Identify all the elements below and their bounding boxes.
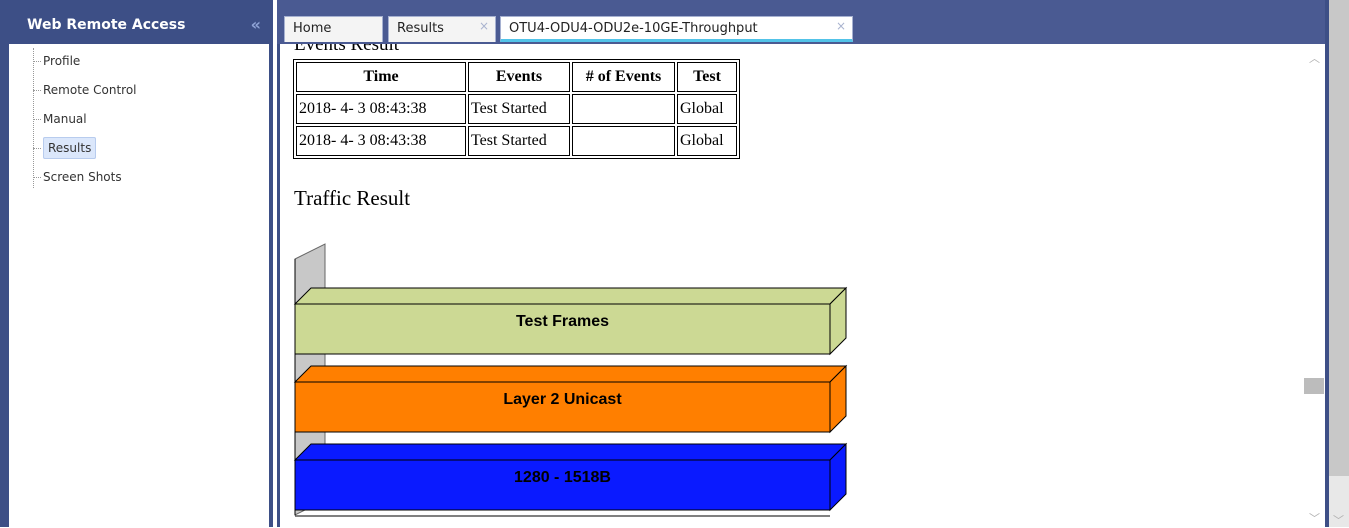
scrollbar-thumb[interactable] [1304, 378, 1324, 394]
sidebar-title: Web Remote Access [27, 17, 186, 33]
collapse-icon[interactable]: « [251, 15, 261, 34]
table-cell: 2018- 4- 3 08:43:38 [296, 94, 466, 124]
sidebar-item-manual[interactable]: Manual [9, 105, 269, 134]
sidebar-header: Web Remote Access « [9, 0, 269, 44]
table-header-row: Time Events # of Events Test [296, 62, 737, 92]
table-cell: Test Started [468, 126, 570, 156]
table-cell: Global [677, 94, 737, 124]
table-cell: Test Started [468, 94, 570, 124]
tab-results[interactable]: Results × [388, 16, 496, 42]
table-cell: 2018- 4- 3 08:43:38 [296, 126, 466, 156]
sidebar-item-remote-control[interactable]: Remote Control [9, 76, 269, 105]
scroll-down-icon[interactable]: ﹀ [1309, 510, 1320, 526]
column-header: Time [296, 62, 466, 92]
column-header: # of Events [572, 62, 675, 92]
events-table: Time Events # of Events Test 2018- 4- 3 … [293, 59, 740, 159]
traffic-chart: Test FramesLayer 2 Unicast1280 - 1518B0%… [293, 243, 848, 517]
tab-label: OTU4-ODU4-ODU2e-10GE-Throughput [509, 21, 758, 36]
bar-top-face [293, 287, 848, 305]
tab-label: Home [293, 21, 332, 36]
bar-top-face [293, 443, 848, 461]
table-cell [572, 126, 675, 156]
close-icon[interactable]: × [836, 19, 846, 33]
traffic-title: Traffic Result [294, 186, 411, 210]
content-scrollbar[interactable]: ︿ ﹀ [1303, 44, 1325, 527]
sidebar-item-label: Results [43, 137, 97, 159]
bar-label: Layer 2 Unicast [503, 391, 622, 408]
events-title: Events Result [294, 44, 400, 55]
sidebar-item-label: Remote Control [43, 83, 137, 97]
tab-throughput[interactable]: OTU4-ODU4-ODU2e-10GE-Throughput × [500, 16, 853, 42]
page-scrollbar[interactable] [1329, 0, 1349, 527]
column-header: Test [677, 62, 737, 92]
bar-label: 1280 - 1518B [514, 469, 611, 486]
sidebar: Web Remote Access « Profile Remote Contr… [0, 0, 273, 527]
bar-label: Test Frames [516, 313, 609, 330]
results-content: Events Result Time Events # of Events Te… [277, 44, 1329, 527]
tab-bar: Home Results × OTU4-ODU4-ODU2e-10GE-Thro… [277, 0, 1329, 44]
sidebar-item-results[interactable]: Results [9, 134, 269, 163]
close-icon[interactable]: × [479, 19, 489, 33]
column-header: Events [468, 62, 570, 92]
scroll-up-icon[interactable]: ︿ [1309, 50, 1320, 66]
sidebar-item-label: Screen Shots [43, 170, 122, 184]
tab-label: Results [397, 21, 444, 36]
table-cell [572, 94, 675, 124]
sidebar-item-profile[interactable]: Profile [9, 47, 269, 76]
table-row: 2018- 4- 3 08:43:38 Test Started Global [296, 126, 737, 156]
sidebar-item-label: Manual [43, 112, 87, 126]
sidebar-item-screen-shots[interactable]: Screen Shots [9, 163, 269, 192]
sidebar-item-label: Profile [43, 54, 81, 68]
table-cell: Global [677, 126, 737, 156]
scroll-down-icon[interactable]: ﹀ [1333, 512, 1344, 528]
tab-home[interactable]: Home [284, 16, 383, 42]
sidebar-tree: Profile Remote Control Manual Results Sc… [9, 44, 269, 192]
bar-top-face [293, 365, 848, 383]
table-row: 2018- 4- 3 08:43:38 Test Started Global [296, 94, 737, 124]
page-scrollbar-track-end: ﹀ [1329, 476, 1349, 527]
